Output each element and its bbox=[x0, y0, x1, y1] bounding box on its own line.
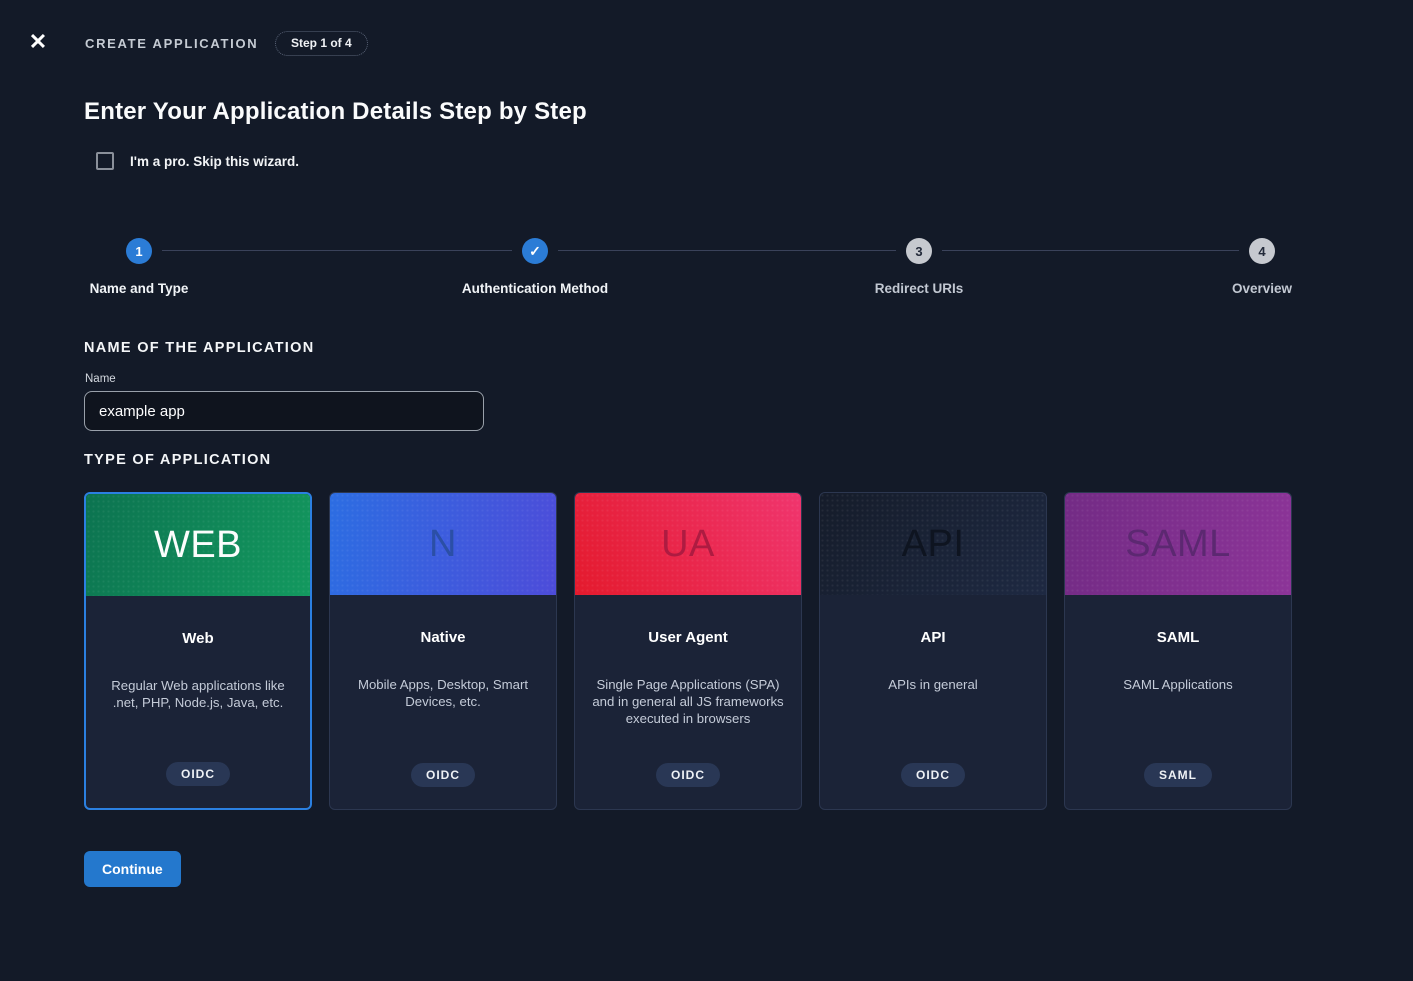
name-section-title: NAME OF THE APPLICATION bbox=[84, 340, 314, 356]
card-native-title: Native bbox=[420, 629, 465, 646]
card-native-header: N bbox=[330, 493, 556, 595]
card-native[interactable]: N Native Mobile Apps, Desktop, Smart Dev… bbox=[329, 492, 557, 810]
step-circle-authentication-method[interactable]: ✓ bbox=[522, 238, 548, 264]
card-api-title: API bbox=[920, 629, 945, 646]
card-api-letter: API bbox=[902, 523, 965, 566]
card-user-agent-title: User Agent bbox=[648, 629, 727, 646]
card-native-letter: N bbox=[429, 523, 457, 566]
wizard-title: CREATE APPLICATION bbox=[85, 36, 258, 51]
card-user-agent-description: Single Page Applications (SPA) and in ge… bbox=[589, 677, 787, 727]
card-saml-protocol-badge: SAML bbox=[1144, 763, 1212, 787]
step-count-badge: Step 1 of 4 bbox=[275, 31, 368, 56]
stepper-connector bbox=[162, 250, 512, 251]
card-web-description: Regular Web applications like .net, PHP,… bbox=[100, 678, 296, 712]
stepper-connector bbox=[942, 250, 1239, 251]
card-user-agent-header: UA bbox=[575, 493, 801, 595]
skip-wizard-label: I'm a pro. Skip this wizard. bbox=[130, 154, 299, 169]
application-type-cards: WEB Web Regular Web applications like .n… bbox=[84, 492, 1292, 810]
step-circle-name-and-type[interactable]: 1 bbox=[126, 238, 152, 264]
card-native-description: Mobile Apps, Desktop, Smart Devices, etc… bbox=[344, 677, 542, 711]
card-saml-header: SAML bbox=[1065, 493, 1291, 595]
card-user-agent-protocol-badge: OIDC bbox=[656, 763, 720, 787]
type-section-title: TYPE OF APPLICATION bbox=[84, 452, 271, 468]
card-api[interactable]: API API APIs in general OIDC bbox=[819, 492, 1047, 810]
continue-button[interactable]: Continue bbox=[84, 851, 181, 887]
step-label-name-and-type: Name and Type bbox=[90, 281, 189, 296]
card-api-description: APIs in general bbox=[888, 677, 977, 694]
card-api-header: API bbox=[820, 493, 1046, 595]
card-web-header: WEB bbox=[86, 494, 310, 596]
card-web-protocol-badge: OIDC bbox=[166, 762, 230, 786]
card-web-letter: WEB bbox=[154, 524, 242, 567]
step-circle-redirect-uris[interactable]: 3 bbox=[906, 238, 932, 264]
name-field-label: Name bbox=[85, 373, 116, 385]
card-web-title: Web bbox=[182, 630, 213, 647]
card-user-agent-letter: UA bbox=[661, 523, 715, 566]
card-saml-title: SAML bbox=[1157, 629, 1200, 646]
application-name-input[interactable] bbox=[84, 391, 484, 431]
stepper-connector bbox=[558, 250, 896, 251]
step-label-redirect-uris: Redirect URIs bbox=[875, 281, 964, 296]
card-web[interactable]: WEB Web Regular Web applications like .n… bbox=[84, 492, 312, 810]
card-native-protocol-badge: OIDC bbox=[411, 763, 475, 787]
card-api-protocol-badge: OIDC bbox=[901, 763, 965, 787]
card-user-agent[interactable]: UA User Agent Single Page Applications (… bbox=[574, 492, 802, 810]
close-icon[interactable]: ✕ bbox=[25, 29, 51, 55]
skip-wizard-checkbox[interactable] bbox=[96, 152, 114, 170]
card-saml-description: SAML Applications bbox=[1123, 677, 1232, 694]
step-circle-overview[interactable]: 4 bbox=[1249, 238, 1275, 264]
card-saml[interactable]: SAML SAML SAML Applications SAML bbox=[1064, 492, 1292, 810]
page-title: Enter Your Application Details Step by S… bbox=[84, 98, 587, 126]
step-label-authentication-method: Authentication Method bbox=[462, 281, 608, 296]
step-label-overview: Overview bbox=[1232, 281, 1292, 296]
skip-wizard-row[interactable]: I'm a pro. Skip this wizard. bbox=[96, 152, 299, 170]
wizard-stepper: 1 ✓ 3 4 Name and Type Authentication Met… bbox=[84, 238, 1293, 302]
card-saml-letter: SAML bbox=[1125, 523, 1230, 566]
